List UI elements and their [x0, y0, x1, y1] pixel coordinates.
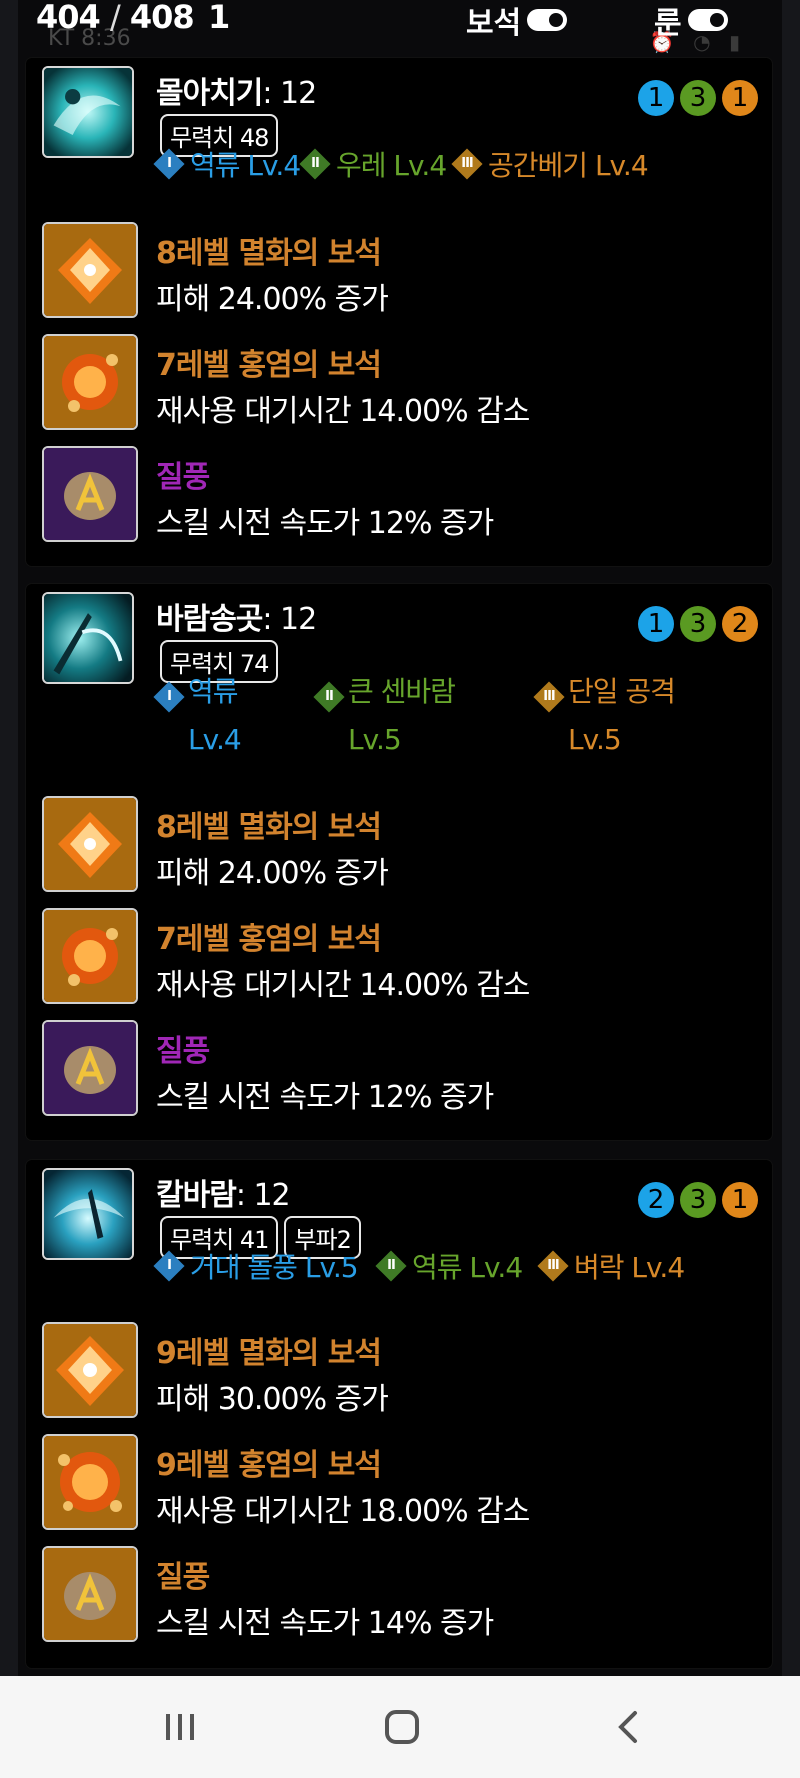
home-icon[interactable]	[372, 1704, 432, 1750]
skill-title: 바람송곳: 12	[156, 602, 317, 637]
tripod-level-3: 1	[722, 1182, 758, 1218]
tripod-1: I 역류 Lv.4	[153, 144, 301, 184]
tier2-icon: II	[313, 681, 345, 713]
skill-card[interactable]: 바람송곳: 12 무력치 74 1 3 2 I 역류 Lv.4 II 큰 센바람 L…	[26, 584, 772, 1140]
tripod-level-3: 1	[722, 80, 758, 116]
skill-card[interactable]: 몰아치기: 12 무력치 48 1 3 1 I 역류 Lv.4 II 우레 Lv.4…	[26, 58, 772, 566]
gem-effect: 재사용 대기시간 14.00% 감소	[156, 394, 530, 429]
gale-rune-icon	[42, 1020, 138, 1116]
tier2-icon: II	[375, 1250, 407, 1282]
item-counter: 404 / 408	[36, 0, 195, 36]
rune-name: 질풍	[156, 1560, 210, 1595]
tripod-levels: 2 3 1	[638, 1182, 758, 1218]
back-icon[interactable]	[598, 1704, 658, 1750]
gem-row: 8레벨 멸화의 보석 피해 24.00% 증가	[42, 222, 762, 318]
skill-title: 칼바람: 12	[156, 1178, 291, 1213]
rune-name: 질풍	[156, 1034, 210, 1069]
tier3-icon: III	[537, 1250, 569, 1282]
doom-gem-icon	[42, 222, 138, 318]
tier3-icon: III	[533, 681, 565, 713]
tier1-icon: I	[153, 148, 185, 180]
tripod-level-2: 3	[680, 606, 716, 642]
doom-gem-icon	[42, 796, 138, 892]
system-nav-bar	[0, 1676, 800, 1778]
tripod-level-1: 1	[638, 606, 674, 642]
gem-row: 9레벨 멸화의 보석 피해 30.00% 증가	[42, 1322, 762, 1418]
gem-effect: 피해 24.00% 증가	[156, 856, 389, 891]
gem-effect: 피해 24.00% 증가	[156, 282, 389, 317]
tier2-icon: II	[299, 148, 331, 180]
gem-row: 9레벨 홍염의 보석 재사용 대기시간 18.00% 감소	[42, 1434, 762, 1530]
tripod-level-3: 2	[722, 606, 758, 642]
skill-icon	[42, 592, 134, 684]
tripod-3: III 단일 공격 Lv.5	[533, 668, 738, 764]
tripod-1: I 역류 Lv.4	[153, 668, 308, 764]
rune-row: 질풍 스킬 시전 속도가 14% 증가	[42, 1546, 762, 1642]
tripod-level-2: 3	[680, 1182, 716, 1218]
tripod-2: II 우레 Lv.4	[299, 144, 447, 184]
rune-toggle-switch[interactable]	[687, 9, 728, 31]
app-content: KT 8:36 ⏰ ◔ ▮ 404 / 408 1 보석 룬 몰아치기: 12	[18, 0, 782, 1676]
skill-card[interactable]: 칼바람: 12 무력치 41 부파2 2 3 1 I 거대 돌풍 Lv.5 II 역…	[26, 1160, 772, 1668]
skill-title: 몰아치기: 12	[156, 76, 317, 111]
tripod-level-2: 3	[680, 80, 716, 116]
tripod-2: II 역류 Lv.4	[375, 1246, 523, 1286]
rune-toggle[interactable]: 룬	[654, 0, 728, 42]
gem-name: 9레벨 멸화의 보석	[156, 1336, 382, 1371]
rune-effect: 스킬 시전 속도가 12% 증가	[156, 506, 494, 541]
rune-row: 질풍 스킬 시전 속도가 12% 증가	[42, 446, 762, 542]
gem-toggle-label: 보석	[466, 6, 522, 41]
tripod-1: I 거대 돌풍 Lv.5	[153, 1246, 359, 1286]
tripod-levels: 1 3 2	[638, 606, 758, 642]
gem-name: 8레벨 멸화의 보석	[156, 810, 382, 845]
rune-toggle-label: 룬	[654, 6, 682, 41]
flame-gem-icon	[42, 334, 138, 430]
gem-effect: 재사용 대기시간 14.00% 감소	[156, 968, 530, 1003]
tripod-3: III 벼락 Lv.4	[537, 1246, 685, 1286]
tripod-levels: 1 3 1	[638, 80, 758, 116]
extra-count: 1	[208, 0, 231, 36]
tripod-3: III 공간베기 Lv.4	[451, 144, 649, 184]
flame-gem-icon	[42, 908, 138, 1004]
gem-row: 7레벨 홍염의 보석 재사용 대기시간 14.00% 감소	[42, 908, 762, 1004]
gem-name: 7레벨 홍염의 보석	[156, 922, 382, 957]
top-bar: KT 8:36 ⏰ ◔ ▮ 404 / 408 1 보석 룬	[18, 0, 782, 56]
tier1-icon: I	[153, 681, 185, 713]
gale-rune-icon	[42, 446, 138, 542]
gem-name: 9레벨 홍염의 보석	[156, 1448, 382, 1483]
skill-icon	[42, 66, 134, 158]
gem-effect: 재사용 대기시간 18.00% 감소	[156, 1494, 530, 1529]
tripod-level-1: 2	[638, 1182, 674, 1218]
gem-name: 8레벨 멸화의 보석	[156, 236, 382, 271]
flame-gem-icon	[42, 1434, 138, 1530]
skill-icon	[42, 1168, 134, 1260]
tier3-icon: III	[451, 148, 483, 180]
rune-name: 질풍	[156, 460, 210, 495]
tripod-level-1: 1	[638, 80, 674, 116]
tier1-icon: I	[153, 1250, 185, 1282]
gem-toggle[interactable]: 보석	[466, 0, 568, 42]
gem-effect: 피해 30.00% 증가	[156, 1382, 389, 1417]
gem-row: 8레벨 멸화의 보석 피해 24.00% 증가	[42, 796, 762, 892]
rune-effect: 스킬 시전 속도가 12% 증가	[156, 1080, 494, 1115]
gem-row: 7레벨 홍염의 보석 재사용 대기시간 14.00% 감소	[42, 334, 762, 430]
doom-gem-icon	[42, 1322, 138, 1418]
recents-icon[interactable]	[150, 1704, 210, 1750]
gale-rune-icon	[42, 1546, 138, 1642]
gem-name: 7레벨 홍염의 보석	[156, 348, 382, 383]
rune-effect: 스킬 시전 속도가 14% 증가	[156, 1606, 494, 1641]
rune-row: 질풍 스킬 시전 속도가 12% 증가	[42, 1020, 762, 1116]
gem-toggle-switch[interactable]	[527, 9, 568, 31]
tripod-2: II 큰 센바람 Lv.5	[313, 668, 518, 764]
